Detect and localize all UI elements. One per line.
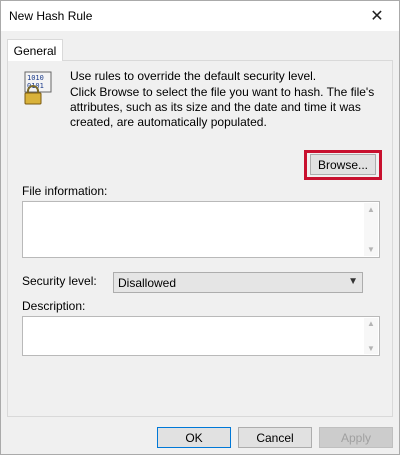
general-panel: 1010 0101 Use rules to override the defa… bbox=[7, 60, 393, 417]
intro-line-1: Use rules to override the default securi… bbox=[70, 69, 317, 83]
security-level-label: Security level: bbox=[22, 274, 97, 288]
security-level-select[interactable]: Disallowed ▼ bbox=[113, 272, 363, 293]
tab-general[interactable]: General bbox=[7, 39, 63, 61]
scrollbar[interactable]: ▲ ▼ bbox=[364, 203, 378, 256]
chevron-down-icon: ▼ bbox=[348, 276, 358, 287]
scrollbar[interactable]: ▲ ▼ bbox=[364, 318, 378, 354]
browse-button[interactable]: Browse... bbox=[310, 154, 376, 175]
ok-button[interactable]: OK bbox=[157, 427, 231, 448]
scroll-down-icon[interactable]: ▼ bbox=[367, 344, 375, 353]
cancel-button[interactable]: Cancel bbox=[238, 427, 312, 448]
close-icon[interactable]: ✕ bbox=[355, 1, 399, 31]
scroll-down-icon[interactable]: ▼ bbox=[367, 245, 375, 254]
file-information-textarea[interactable]: ▲ ▼ bbox=[22, 201, 380, 258]
svg-text:1010: 1010 bbox=[27, 74, 44, 82]
file-information-label: File information: bbox=[22, 184, 108, 198]
intro-line-2: Click Browse to select the file you want… bbox=[70, 85, 375, 129]
description-textarea[interactable]: ▲ ▼ bbox=[22, 316, 380, 356]
security-level-value: Disallowed bbox=[118, 276, 177, 290]
apply-button[interactable]: Apply bbox=[319, 427, 393, 448]
lock-binary-icon: 1010 0101 bbox=[24, 71, 52, 105]
new-hash-rule-dialog: New Hash Rule ✕ General 1010 0101 Use ru… bbox=[0, 0, 400, 455]
title-bar: New Hash Rule ✕ bbox=[1, 1, 399, 31]
scroll-up-icon[interactable]: ▲ bbox=[367, 205, 375, 214]
description-label: Description: bbox=[22, 299, 86, 313]
scroll-up-icon[interactable]: ▲ bbox=[367, 319, 375, 328]
window-title: New Hash Rule bbox=[9, 9, 93, 23]
